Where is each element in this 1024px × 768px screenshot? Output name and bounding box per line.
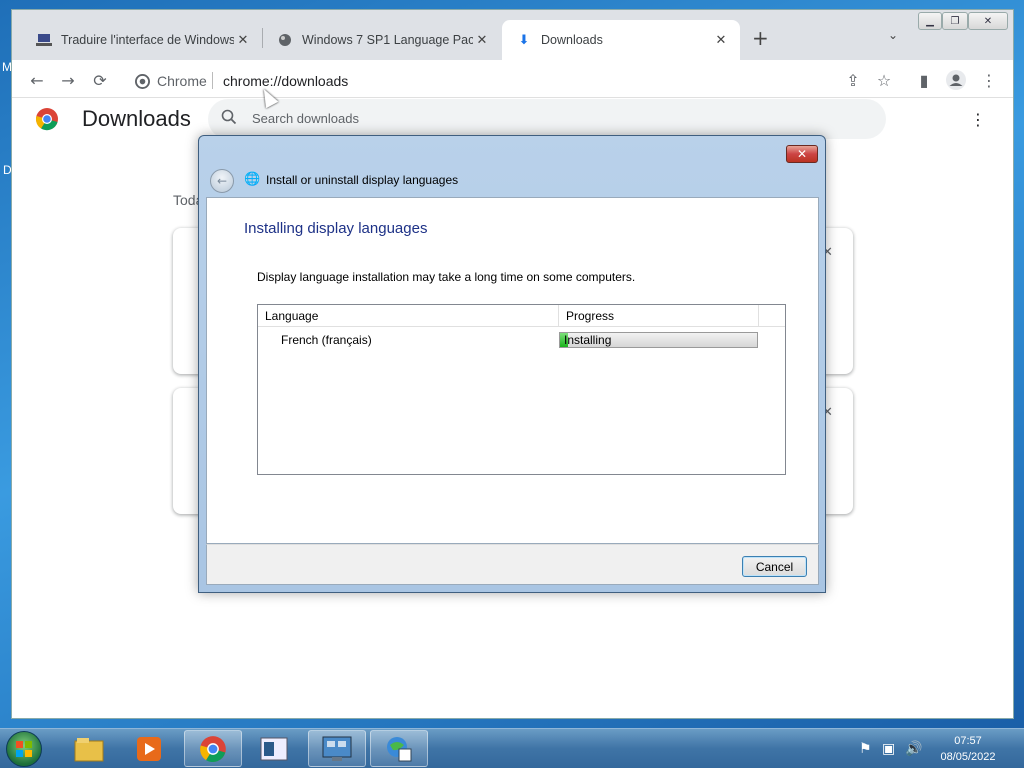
language-list: Language Progress French (français) Inst…	[257, 304, 786, 475]
side-panel-icon[interactable]: ▮	[912, 68, 936, 92]
notepad-taskbar-icon[interactable]	[245, 730, 303, 767]
tab-title: Downloads	[541, 33, 603, 47]
dialog-description: Display language installation may take a…	[257, 270, 636, 284]
dialog-footer: Cancel	[206, 544, 819, 585]
forward-button[interactable]: →	[56, 68, 80, 92]
column-header-language[interactable]: Language	[258, 305, 559, 327]
reload-button[interactable]: ⟳	[88, 68, 112, 92]
tab-search-icon[interactable]: ⌄	[888, 28, 898, 42]
share-icon[interactable]: ⇪	[841, 68, 865, 92]
tab-language-packs[interactable]: Windows 7 SP1 Language Packs ✕	[263, 20, 501, 60]
action-center-flag-icon[interactable]: ⚑	[859, 741, 872, 757]
profile-avatar[interactable]	[944, 68, 968, 92]
close-icon[interactable]: ✕	[712, 32, 730, 48]
omnibox-divider	[212, 72, 213, 89]
tab-strip: Traduire l'interface de Windows 7 ✕ Wind…	[12, 10, 1013, 60]
search-placeholder: Search downloads	[252, 111, 359, 126]
media-player-taskbar-icon[interactable]	[120, 730, 178, 767]
volume-icon[interactable]: 🔊	[905, 741, 922, 757]
control-panel-taskbar-icon[interactable]	[308, 730, 366, 767]
tab-title: Windows 7 SP1 Language Packs	[302, 33, 473, 47]
explorer-taskbar-icon[interactable]	[60, 730, 118, 767]
download-icon: ⬇	[518, 32, 530, 47]
chrome-taskbar-icon[interactable]	[184, 730, 242, 767]
language-name: French (français)	[281, 333, 372, 347]
omnibox-site-label: Chrome	[157, 73, 207, 89]
column-header-progress[interactable]: Progress	[559, 305, 759, 327]
page-title: Downloads	[82, 106, 191, 131]
close-icon[interactable]: ✕	[234, 32, 252, 48]
search-icon	[221, 109, 237, 128]
tab-traduire[interactable]: Traduire l'interface de Windows 7 ✕	[22, 20, 262, 60]
language-globe-icon: 🌐	[244, 172, 261, 187]
new-tab-button[interactable]: +	[752, 26, 769, 50]
close-icon[interactable]: ✕	[473, 32, 491, 48]
dialog-title: Install or uninstall display languages	[266, 173, 459, 187]
install-languages-dialog: ✕ ← 🌐 Install or uninstall display langu…	[198, 135, 826, 593]
list-header: Language Progress	[258, 305, 785, 327]
address-bar[interactable]: chrome://downloads	[223, 73, 348, 89]
menu-kebab-icon[interactable]: ⋮	[977, 68, 1001, 92]
chrome-logo-icon	[35, 107, 59, 134]
start-button[interactable]	[6, 731, 42, 767]
minimize-button[interactable]: ▁	[918, 12, 942, 30]
chrome-site-icon	[130, 69, 154, 93]
laptop-icon	[36, 32, 52, 48]
window-close-button[interactable]: ✕	[968, 12, 1008, 30]
globe-icon	[277, 32, 293, 48]
restore-button[interactable]: ❐	[942, 12, 968, 30]
browser-toolbar: ← → ⟳ Chrome chrome://downloads ⇪ ☆ ▮ ⋮	[12, 60, 1013, 98]
system-clock[interactable]: 07:57 08/05/2022	[928, 733, 1008, 765]
network-icon[interactable]: ▣	[882, 741, 895, 757]
tab-downloads[interactable]: ⬇ Downloads ✕	[502, 20, 740, 60]
back-arrow-icon[interactable]: ←	[210, 169, 234, 193]
dialog-close-button[interactable]: ✕	[786, 145, 818, 163]
clock-time: 07:57	[954, 735, 982, 747]
back-button[interactable]: ←	[25, 68, 49, 92]
bookmark-star-icon[interactable]: ☆	[872, 68, 896, 92]
tab-title: Traduire l'interface de Windows 7	[61, 33, 234, 47]
clock-date: 08/05/2022	[940, 751, 996, 763]
progress-status: Installing	[564, 333, 612, 347]
progress-bar: Installing	[559, 332, 758, 348]
dialog-heading: Installing display languages	[244, 220, 428, 237]
cancel-button[interactable]: Cancel	[742, 556, 807, 577]
language-installer-taskbar-icon[interactable]	[370, 730, 428, 767]
dialog-body: Installing display languages Display lan…	[206, 197, 819, 544]
page-menu-icon[interactable]: ⋮	[970, 110, 986, 129]
